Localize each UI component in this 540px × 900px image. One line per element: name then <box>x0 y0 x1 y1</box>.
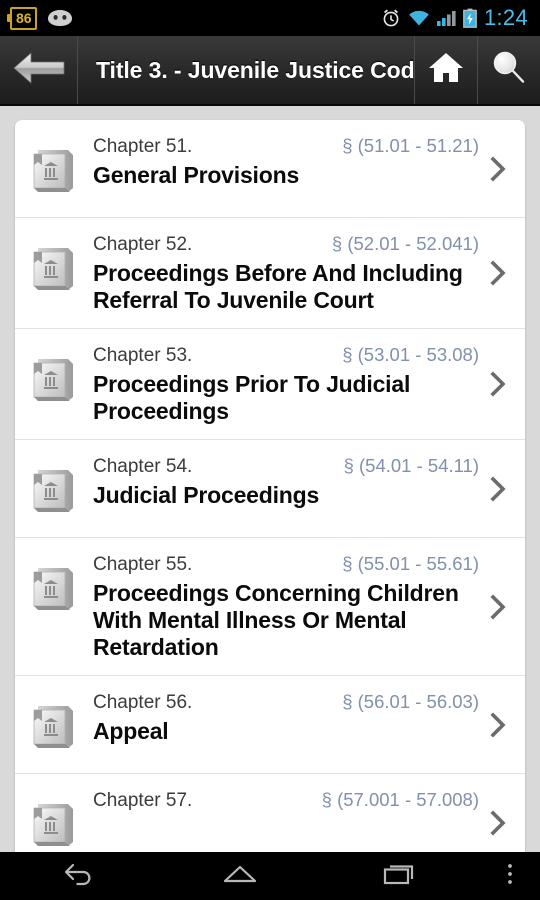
system-navigation-bar <box>0 852 540 900</box>
chevron-right-icon <box>487 370 509 398</box>
chevron-right-icon <box>487 809 509 837</box>
page-title: Title 3. - Juvenile Justice Code <box>96 56 414 83</box>
list-item-header: Chapter 51. § (51.01 - 51.21) <box>93 134 479 159</box>
chapter-title: Judicial Proceedings <box>93 482 320 508</box>
nav-overflow-icon <box>506 861 514 892</box>
list-item[interactable]: Chapter 56. § (56.01 - 56.03) Appeal <box>15 676 525 774</box>
chapter-label: Chapter 55. <box>93 554 193 575</box>
cyanogenmod-icon <box>47 9 73 27</box>
list-item-header: Chapter 55. § (55.01 - 55.61) <box>93 552 479 577</box>
chapter-list-card: Chapter 51. § (51.01 - 51.21) General Pr… <box>15 120 525 852</box>
list-item[interactable]: Chapter 57. § (57.001 - 57.008) <box>15 774 525 852</box>
phone-screen: 86 1:24 Title 3. - Juvenile Justice Code… <box>0 0 540 900</box>
search-button[interactable] <box>477 36 540 104</box>
chapter-label: Chapter 54. <box>93 456 193 477</box>
list-item[interactable]: Chapter 51. § (51.01 - 51.21) General Pr… <box>15 120 525 218</box>
section-range-label: § (52.01 - 52.041) <box>331 233 479 254</box>
chevron-right-icon <box>487 475 509 503</box>
list-item-body: Chapter 51. § (51.01 - 51.21) General Pr… <box>87 134 483 189</box>
nav-back-button[interactable] <box>0 861 160 892</box>
section-range-label: § (56.01 - 56.03) <box>342 691 479 712</box>
list-item-body: Chapter 55. § (55.01 - 55.61) Proceeding… <box>87 552 483 661</box>
nav-home-button[interactable] <box>160 861 320 892</box>
chapter-label: Chapter 51. <box>93 136 193 157</box>
book-icon <box>29 552 87 619</box>
section-range-label: § (53.01 - 53.08) <box>342 344 479 365</box>
wifi-icon <box>408 9 430 27</box>
list-item[interactable]: Chapter 53. § (53.01 - 53.08) Proceeding… <box>15 329 525 440</box>
book-icon <box>29 343 87 410</box>
home-button[interactable] <box>414 36 477 104</box>
book-icon <box>29 690 87 757</box>
list-item[interactable]: Chapter 54. § (54.01 - 54.11) Judicial P… <box>15 440 525 538</box>
nav-recents-icon <box>382 861 418 892</box>
book-icon <box>29 454 87 521</box>
chevron-right-icon <box>487 711 509 739</box>
back-button[interactable] <box>0 36 78 104</box>
section-range-label: § (54.01 - 54.11) <box>343 455 479 476</box>
alarm-icon <box>381 8 401 28</box>
list-item-header: Chapter 54. § (54.01 - 54.11) <box>93 454 479 479</box>
chapter-label: Chapter 53. <box>93 345 193 366</box>
nav-recents-button[interactable] <box>320 861 480 892</box>
chapter-label: Chapter 52. <box>93 234 193 255</box>
chapter-title: Proceedings Before And Including Referra… <box>93 260 463 313</box>
action-bar: Title 3. - Juvenile Justice Code <box>0 36 540 106</box>
list-item[interactable]: Chapter 55. § (55.01 - 55.61) Proceeding… <box>15 538 525 676</box>
status-bar: 86 1:24 <box>0 0 540 36</box>
book-icon <box>29 788 87 852</box>
status-bar-left: 86 <box>7 6 73 30</box>
chapter-title: Proceedings Prior To Judicial Proceeding… <box>93 371 411 424</box>
chapter-title: General Provisions <box>93 162 300 188</box>
status-bar-clock: 1:24 <box>483 5 528 30</box>
chevron-right-icon <box>487 155 509 183</box>
battery-charging-icon <box>463 8 477 28</box>
section-range-label: § (55.01 - 55.61) <box>342 553 479 574</box>
search-icon <box>489 49 529 92</box>
status-bar-right: 1:24 <box>381 7 532 29</box>
list-item-body: Chapter 56. § (56.01 - 56.03) Appeal <box>87 690 483 745</box>
list-item-body: Chapter 54. § (54.01 - 54.11) Judicial P… <box>87 454 483 509</box>
list-item-body: Chapter 53. § (53.01 - 53.08) Proceeding… <box>87 343 483 425</box>
list-item-header: Chapter 56. § (56.01 - 56.03) <box>93 690 479 715</box>
signal-icon <box>436 9 456 27</box>
chapter-title: Proceedings Concerning Children With Men… <box>93 580 459 660</box>
chevron-right-icon <box>487 259 509 287</box>
section-range-label: § (51.01 - 51.21) <box>342 135 479 156</box>
chapter-label: Chapter 57. <box>93 790 193 811</box>
nav-home-icon <box>221 861 259 892</box>
nav-back-icon <box>63 861 97 892</box>
nav-overflow-button[interactable] <box>480 861 540 892</box>
list-item-header: Chapter 52. § (52.01 - 52.041) <box>93 232 479 257</box>
list-item-header: Chapter 53. § (53.01 - 53.08) <box>93 343 479 368</box>
chapter-list-scroll[interactable]: Chapter 51. § (51.01 - 51.21) General Pr… <box>0 108 540 852</box>
list-item[interactable]: Chapter 52. § (52.01 - 52.041) Proceedin… <box>15 218 525 329</box>
back-arrow-icon <box>12 48 66 93</box>
chevron-right-icon <box>487 593 509 621</box>
book-icon <box>29 232 87 299</box>
battery-percent-icon: 86 <box>7 6 37 30</box>
book-icon <box>29 134 87 201</box>
home-icon <box>426 50 466 91</box>
chapter-title: Appeal <box>93 718 169 744</box>
list-item-body: Chapter 52. § (52.01 - 52.041) Proceedin… <box>87 232 483 314</box>
list-item-body: Chapter 57. § (57.001 - 57.008) <box>87 788 483 816</box>
list-item-header: Chapter 57. § (57.001 - 57.008) <box>93 788 479 813</box>
section-range-label: § (57.001 - 57.008) <box>321 789 479 810</box>
chapter-label: Chapter 56. <box>93 692 193 713</box>
